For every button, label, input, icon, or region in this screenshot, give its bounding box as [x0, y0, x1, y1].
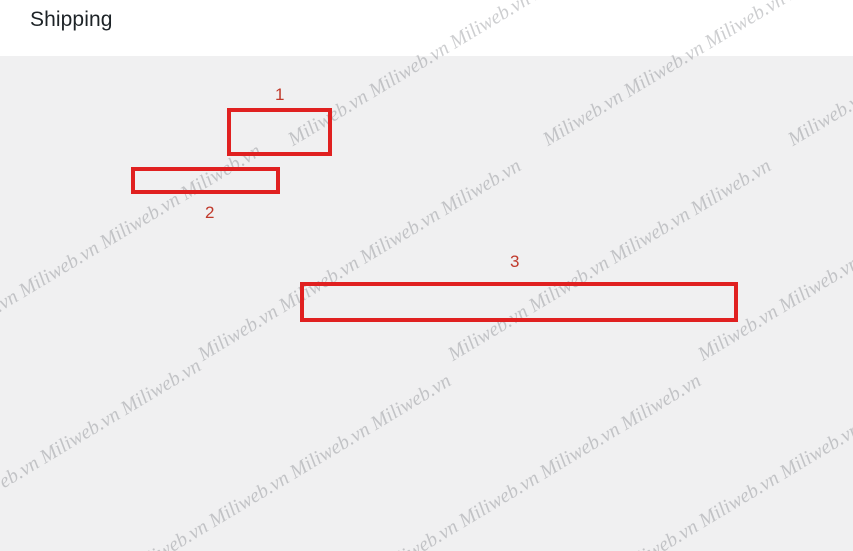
header-band: Shipping	[0, 0, 853, 56]
page-title: Shipping	[30, 8, 113, 31]
annotation-number-2: 2	[205, 203, 215, 222]
annotation-number-3: 3	[510, 252, 520, 271]
content-area	[0, 56, 853, 551]
annotation-number-1: 1	[275, 85, 285, 104]
